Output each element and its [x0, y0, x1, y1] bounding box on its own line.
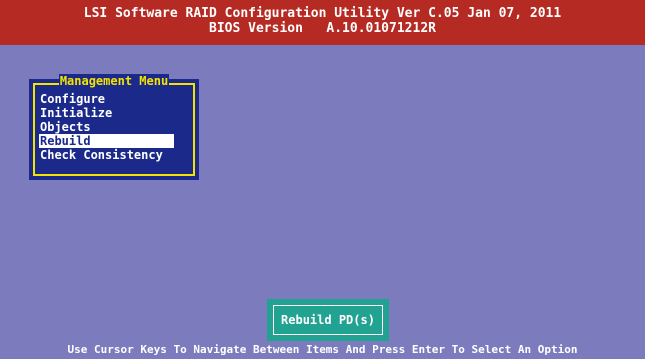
status-box: Rebuild PD(s): [267, 299, 389, 341]
menu-title: Management Menu: [58, 74, 170, 88]
menu-frame: Management Menu Configure Initialize Obj…: [33, 74, 195, 176]
menu-list: Configure Initialize Objects Rebuild Che…: [39, 92, 189, 162]
navigation-hint: Use Cursor Keys To Navigate Between Item…: [67, 343, 578, 356]
title-bar: LSI Software RAID Configuration Utility …: [0, 0, 645, 45]
bios-screen: LSI Software RAID Configuration Utility …: [0, 0, 645, 359]
management-menu: Management Menu Configure Initialize Obj…: [29, 74, 199, 180]
bios-version: BIOS Version A.10.01071212R: [209, 21, 436, 36]
status-label: Rebuild PD(s): [273, 305, 383, 335]
menu-item-check-consistency[interactable]: Check Consistency: [39, 148, 189, 162]
menu-item-objects[interactable]: Objects: [39, 120, 189, 134]
menu-item-rebuild[interactable]: Rebuild: [39, 134, 174, 148]
menu-item-initialize[interactable]: Initialize: [39, 106, 189, 120]
menu-item-configure[interactable]: Configure: [39, 92, 189, 106]
utility-title: LSI Software RAID Configuration Utility …: [83, 6, 562, 21]
